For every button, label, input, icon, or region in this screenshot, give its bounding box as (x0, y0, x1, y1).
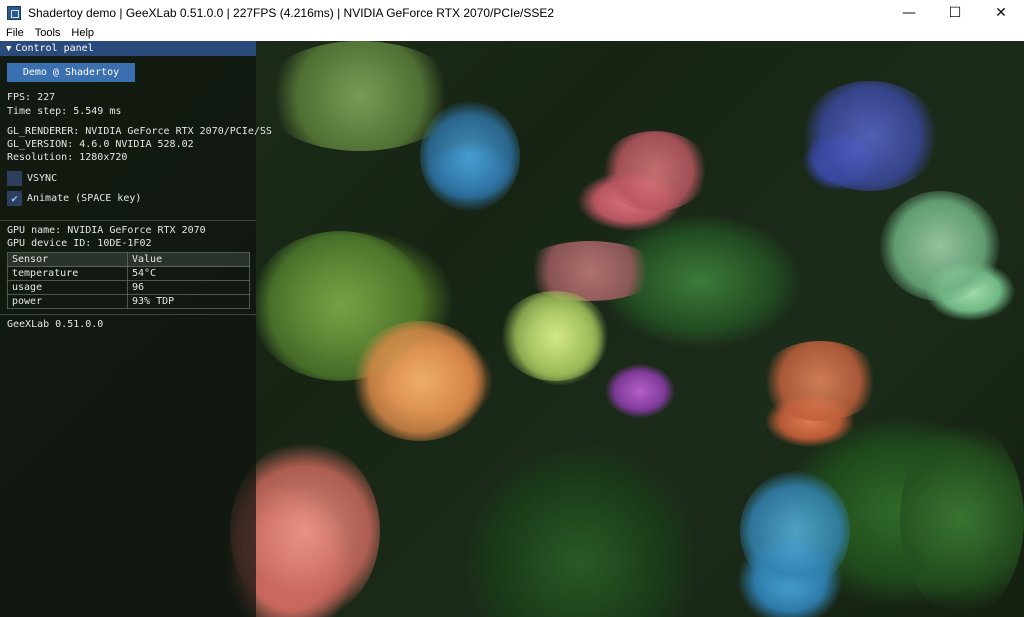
foliage-blob (760, 341, 880, 421)
foliage-blob (260, 41, 460, 151)
vsync-label: VSYNC (27, 173, 58, 184)
table-row: temperature 54°C (7, 266, 250, 281)
geexlab-version-footer: GeeXLab 0.51.0.0 (7, 319, 104, 330)
sensor-value: 96 (127, 280, 250, 295)
gpu-name-readout: GPU name: NVIDIA GeForce RTX 2070 (7, 225, 206, 236)
foliage-blob (600, 131, 710, 211)
menu-tools[interactable]: Tools (35, 27, 61, 39)
animate-toggle[interactable]: ✔ Animate (SPACE key) (7, 191, 141, 206)
menubar: File Tools Help (0, 25, 1024, 41)
minimize-button[interactable]: — (886, 0, 932, 25)
control-panel: ▼ Control panel Demo @ Shadertoy FPS: 22… (0, 41, 272, 617)
close-button[interactable]: ✕ (978, 0, 1024, 25)
control-panel-title: Control panel (15, 43, 94, 54)
window-titlebar[interactable]: Shadertoy demo | GeeXLab 0.51.0.0 | 227F… (0, 0, 1024, 25)
animate-checkbox[interactable]: ✔ (7, 191, 22, 206)
checkmark-icon: ✔ (11, 192, 18, 205)
foliage-blob (350, 321, 490, 441)
table-header-value: Value (127, 252, 250, 267)
table-header-sensor: Sensor (7, 252, 128, 267)
control-panel-header[interactable]: ▼ Control panel (0, 41, 256, 56)
table-row: usage 96 (7, 280, 250, 295)
vsync-checkbox[interactable] (7, 171, 22, 186)
app-icon (7, 5, 21, 20)
sensor-value: 93% TDP (127, 294, 250, 309)
table-row: power 93% TDP (7, 294, 250, 309)
maximize-button[interactable]: ☐ (932, 0, 978, 25)
demo-shadertoy-button[interactable]: Demo @ Shadertoy (7, 63, 135, 82)
collapse-triangle-icon[interactable]: ▼ (6, 44, 11, 54)
gpu-device-id-readout: GPU device ID: 10DE-1F02 (7, 238, 152, 249)
fps-readout: FPS: 227 (7, 92, 56, 103)
gl-renderer-readout: GL_RENDERER: NVIDIA GeForce RTX 2070/PCI… (7, 126, 272, 137)
foliage-blob (500, 291, 610, 381)
sensor-name: usage (7, 280, 128, 295)
sensor-value: 54°C (127, 266, 250, 281)
foliage-blob (740, 471, 850, 591)
divider (0, 314, 256, 315)
window-title: Shadertoy demo | GeeXLab 0.51.0.0 | 227F… (28, 5, 555, 20)
time-step-readout: Time step: 5.549 ms (7, 106, 122, 117)
divider (0, 220, 256, 221)
sensor-name: power (7, 294, 128, 309)
foliage-blob (880, 191, 1000, 301)
resolution-readout: Resolution: 1280x720 (7, 152, 128, 163)
gl-version-readout: GL_VERSION: 4.6.0 NVIDIA 528.02 (7, 139, 194, 150)
sensor-table: Sensor Value temperature 54°C usage 96 p… (7, 252, 250, 309)
menu-file[interactable]: File (6, 27, 24, 39)
window-controls: — ☐ ✕ (886, 0, 1024, 25)
foliage-blob (900, 421, 1024, 617)
foliage-blob (800, 81, 940, 191)
vsync-toggle[interactable]: VSYNC (7, 171, 57, 186)
sensor-name: temperature (7, 266, 128, 281)
table-header-row: Sensor Value (7, 252, 250, 267)
menu-help[interactable]: Help (71, 27, 94, 39)
animate-label: Animate (SPACE key) (27, 193, 142, 204)
